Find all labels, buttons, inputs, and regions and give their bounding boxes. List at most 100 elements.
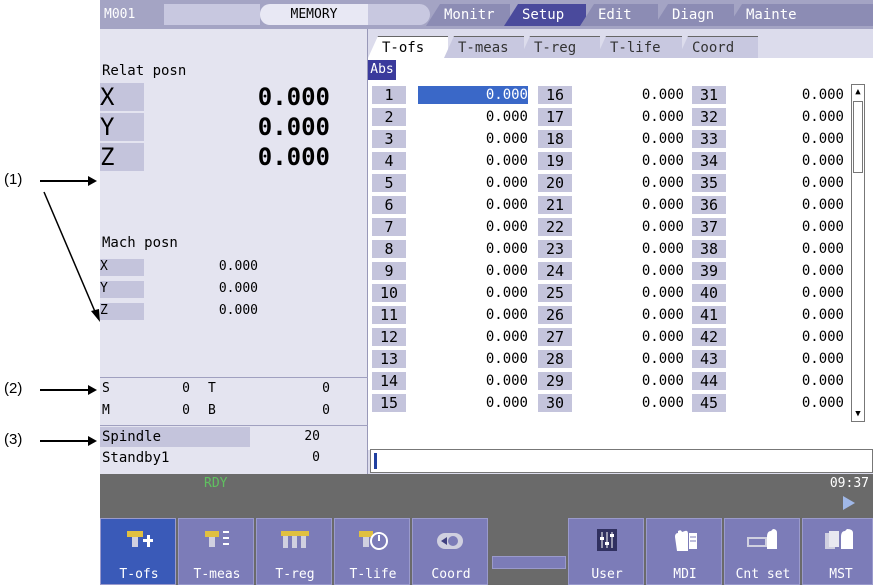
coordinate-icon (437, 533, 463, 549)
offset-value[interactable]: 0.000 (734, 108, 844, 126)
offset-value[interactable]: 0.000 (574, 152, 684, 170)
softkey-coord[interactable]: Coord (412, 518, 488, 585)
callout-3: (3) (4, 431, 23, 448)
next-menu-icon[interactable] (843, 496, 855, 510)
offset-value[interactable]: 0.000 (418, 284, 528, 302)
softkey-mst[interactable]: MST (802, 518, 873, 585)
offset-value[interactable]: 0.000 (734, 262, 844, 280)
softkey-bar: T-ofs T-meas T-reg T-life Coord User MDI (100, 516, 873, 585)
offset-value[interactable]: 0.000 (574, 218, 684, 236)
callout-2: (2) (4, 380, 23, 397)
offset-number: 16 (538, 86, 572, 104)
callout-1-arrow (40, 180, 90, 182)
offset-value[interactable]: 0.000 (418, 372, 528, 390)
offset-value[interactable]: 0.000 (418, 174, 528, 192)
subtab-t-life[interactable]: T-life (596, 36, 682, 58)
offset-value[interactable]: 0.000 (418, 328, 528, 346)
offset-value[interactable]: 0.000 (418, 196, 528, 214)
subtab-t-meas[interactable]: T-meas (444, 36, 524, 58)
tab-edit[interactable]: Edit (580, 4, 658, 26)
abs-label: Abs (368, 60, 396, 80)
offset-value[interactable]: 0.000 (574, 350, 684, 368)
softkey-label: T-life (349, 567, 397, 582)
offset-number: 2 (372, 108, 406, 126)
offset-number: 5 (372, 174, 406, 192)
cnc-screen: M001 MEMORY Monitr Setup Edit Diagn Main… (100, 0, 873, 585)
offset-value[interactable]: 0.000 (574, 130, 684, 148)
softkey-t-ofs[interactable]: T-ofs (100, 518, 176, 585)
offset-value[interactable]: 0.000 (574, 328, 684, 346)
mach-value-z: 0.000 (218, 303, 258, 318)
offset-value[interactable]: 0.000 (574, 86, 684, 104)
offset-value[interactable]: 0.000 (734, 328, 844, 346)
offset-value[interactable]: 0.000 (734, 86, 844, 104)
softkey-cnt-set[interactable]: Cnt set (724, 518, 800, 585)
offset-value[interactable]: 0.000 (734, 394, 844, 412)
softkey-mdi[interactable]: MDI (646, 518, 722, 585)
offset-number: 12 (372, 328, 406, 346)
tab-setup[interactable]: Setup (504, 4, 586, 26)
offset-value[interactable]: 0.000 (734, 306, 844, 324)
offset-value[interactable]: 0.000 (418, 218, 528, 236)
offset-value[interactable]: 0.000 (574, 108, 684, 126)
softkey-t-reg[interactable]: T-reg (256, 518, 332, 585)
offset-number: 1 (372, 86, 406, 104)
table-scrollbar[interactable]: ▲ ▼ (851, 84, 865, 422)
mach-value-x: 0.000 (218, 259, 258, 274)
offset-number: 25 (538, 284, 572, 302)
offset-value[interactable]: 0.000 (734, 284, 844, 302)
offset-value[interactable]: 0.000 (734, 240, 844, 258)
softkey-t-life[interactable]: T-life (334, 518, 410, 585)
offset-number: 44 (692, 372, 726, 390)
offset-value[interactable]: 0.000 (734, 174, 844, 192)
offset-value[interactable]: 0.000 (734, 196, 844, 214)
status-oval (368, 4, 430, 25)
offset-value[interactable]: 0.000 (574, 306, 684, 324)
scroll-up-icon[interactable]: ▲ (852, 85, 864, 99)
offset-value[interactable]: 0.000 (418, 240, 528, 258)
softkey-user[interactable]: User (568, 518, 644, 585)
tab-monitr[interactable]: Monitr (426, 4, 510, 26)
offset-number: 6 (372, 196, 406, 214)
offset-value[interactable]: 0.000 (734, 218, 844, 236)
offset-value[interactable]: 0.000 (734, 130, 844, 148)
offset-subtabs: T-ofs T-meas T-reg T-life Coord (368, 36, 873, 58)
offset-number: 28 (538, 350, 572, 368)
offset-value[interactable]: 0.000 (734, 372, 844, 390)
offset-value[interactable]: 0.000 (734, 152, 844, 170)
offset-value[interactable]: 0.000 (574, 240, 684, 258)
subtab-t-reg[interactable]: T-reg (520, 36, 600, 58)
offset-value[interactable]: 0.000 (418, 130, 528, 148)
offset-value[interactable]: 0.000 (574, 174, 684, 192)
offset-value[interactable]: 0.000 (574, 372, 684, 390)
softkey-label: User (591, 567, 623, 582)
mach-axis-x: X (100, 259, 144, 276)
offset-number: 7 (372, 218, 406, 236)
callout-1: (1) (4, 171, 23, 188)
tab-diagn[interactable]: Diagn (654, 4, 734, 26)
scroll-down-icon[interactable]: ▼ (852, 407, 864, 421)
relat-axis-z: Z (100, 143, 144, 171)
tool-measure-icon (205, 531, 229, 547)
offset-number: 18 (538, 130, 572, 148)
m-value: 0 (182, 403, 190, 418)
offset-value[interactable]: 0.000 (574, 196, 684, 214)
offset-value[interactable]: 0.000 (418, 394, 528, 412)
offset-value[interactable]: 0.000 (418, 350, 528, 368)
subtab-coord[interactable]: Coord (678, 36, 758, 58)
scroll-thumb[interactable] (853, 101, 863, 173)
offset-value[interactable]: 0.000 (734, 350, 844, 368)
offset-value[interactable]: 0.000 (418, 152, 528, 170)
subtab-t-ofs[interactable]: T-ofs (368, 36, 448, 58)
offset-value[interactable]: 0.000 (574, 262, 684, 280)
softkey-t-meas[interactable]: T-meas (178, 518, 254, 585)
offset-value[interactable]: 0.000 (418, 262, 528, 280)
softkey-label: Cnt set (735, 567, 791, 582)
offset-value[interactable]: 0.000 (574, 284, 684, 302)
input-field[interactable] (370, 449, 873, 473)
offset-value-selected[interactable]: 0.000 (418, 86, 528, 104)
offset-value[interactable]: 0.000 (574, 394, 684, 412)
offset-value[interactable]: 0.000 (418, 108, 528, 126)
offset-value[interactable]: 0.000 (418, 306, 528, 324)
tab-mainte[interactable]: Mainte (728, 4, 873, 26)
